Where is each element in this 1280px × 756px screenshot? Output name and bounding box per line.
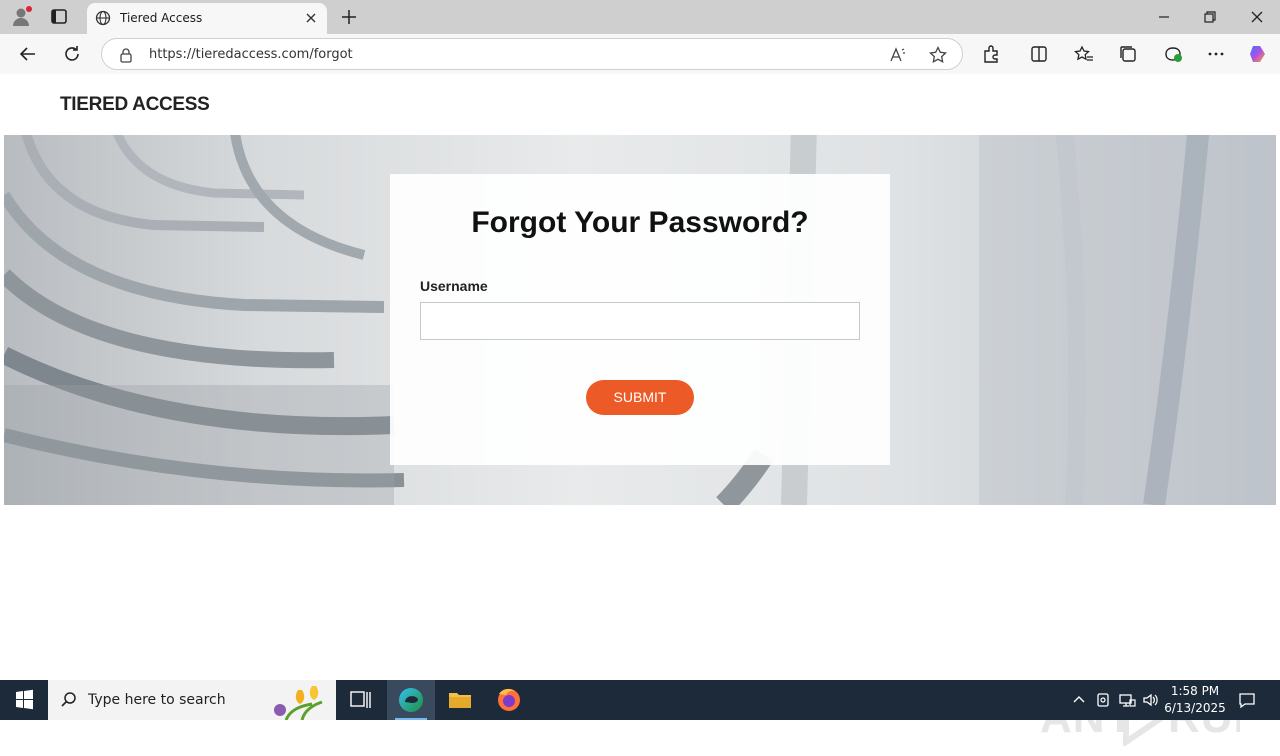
url-field[interactable]: https://tieredaccess.com/forgot [101,38,963,70]
back-icon[interactable] [17,43,39,65]
chevron-up-icon[interactable] [1070,691,1088,709]
page-title: Forgot Your Password? [471,206,809,239]
username-input[interactable] [420,302,860,340]
network-icon[interactable] [1118,691,1136,709]
task-view-icon[interactable] [336,680,384,720]
browser-essentials-icon[interactable] [1162,43,1184,65]
close-window-icon[interactable] [1247,7,1267,27]
submit-button[interactable]: SUBMIT [586,380,694,415]
browser-tab[interactable]: Tiered Access [87,3,327,34]
web-page: TIERED ACCESS Forgot Your Password? User… [4,74,1276,748]
restore-icon[interactable] [1200,7,1220,27]
search-icon [60,691,78,709]
edge-browser-icon[interactable] [387,680,435,720]
tab-title: Tiered Access [120,11,203,25]
favorites-icon[interactable] [1073,43,1095,65]
read-aloud-icon[interactable] [888,45,908,65]
site-info-icon[interactable] [118,47,134,63]
device-icon[interactable] [1094,691,1112,709]
notification-icon[interactable] [1237,690,1257,710]
split-screen-icon[interactable] [1028,43,1050,65]
address-bar-row: https://tieredaccess.com/forgot [0,34,1280,74]
collections-icon[interactable] [1117,43,1139,65]
refresh-icon[interactable] [61,43,83,65]
minimize-icon[interactable] [1154,7,1174,27]
favorite-star-icon[interactable] [928,45,948,65]
clock-time: 1:58 PM [1170,684,1220,698]
volume-icon[interactable] [1142,691,1160,709]
more-options-icon[interactable] [1205,43,1227,65]
taskbar: Type here to search 1:58 PM 6/13/2025 [0,680,1280,721]
clock-date: 6/13/2025 [1164,701,1226,715]
tab-bar: Tiered Access [0,0,1280,34]
globe-icon [95,10,111,26]
forgot-password-card: Forgot Your Password? Username SUBMIT [390,174,890,465]
site-logo-text[interactable]: TIERED ACCESS [60,94,210,116]
copilot-icon[interactable] [1247,43,1269,65]
tab-actions-icon[interactable] [50,8,70,26]
close-tab-icon[interactable] [303,10,319,26]
new-tab-icon[interactable] [339,7,359,27]
file-explorer-icon[interactable] [436,680,484,720]
extensions-icon[interactable] [980,43,1002,65]
taskbar-search[interactable]: Type here to search [48,680,336,721]
firefox-icon[interactable] [485,680,533,720]
profile-icon[interactable] [10,5,32,27]
username-label: Username [420,278,488,294]
search-placeholder: Type here to search [88,692,226,708]
system-clock[interactable]: 1:58 PM 6/13/2025 [1162,683,1228,717]
search-highlight-flowers-icon [268,682,334,721]
url-text: https://tieredaccess.com/forgot [149,47,353,62]
start-button[interactable] [0,680,48,720]
site-header: TIERED ACCESS [4,74,1276,135]
